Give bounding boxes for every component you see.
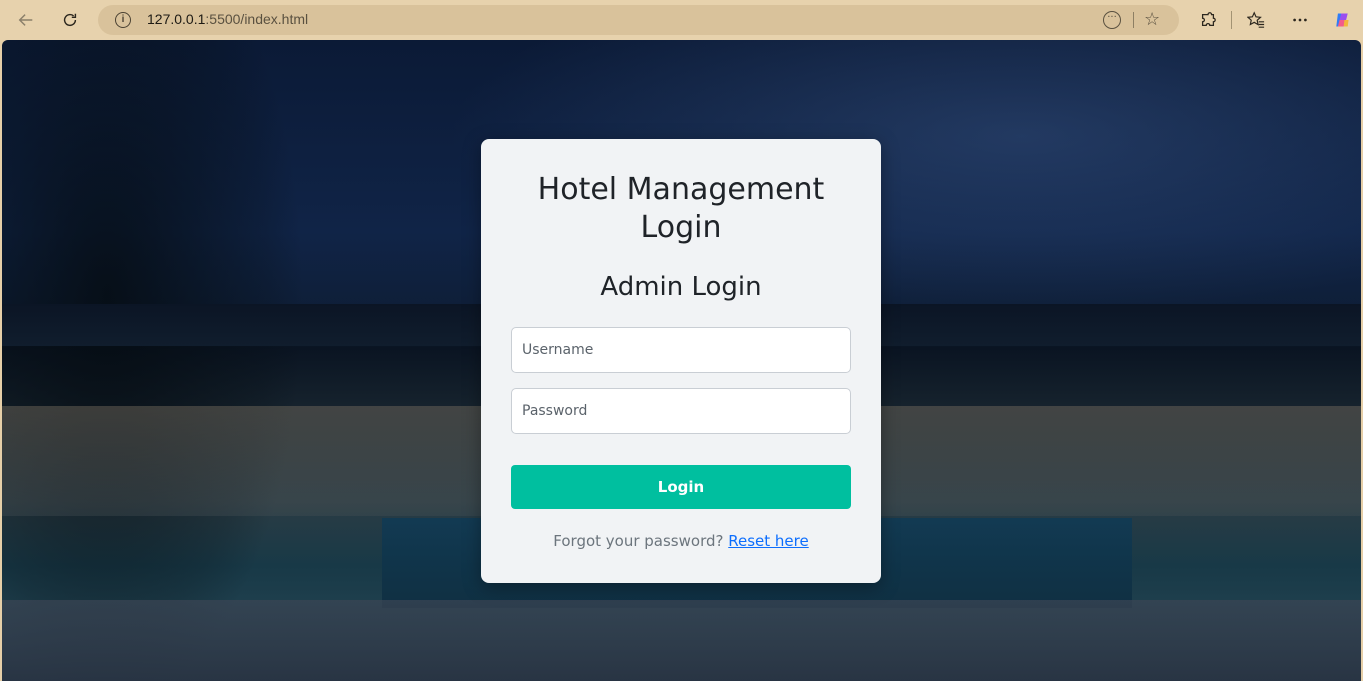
url-path: :5500/index.html	[205, 11, 309, 27]
url-host: 127.0.0.1	[147, 11, 206, 27]
login-card: Hotel Management Login Admin Login Login…	[481, 139, 881, 583]
reading-view-icon[interactable]: ···	[1103, 11, 1121, 29]
toolbar-divider	[1231, 11, 1232, 29]
admin-login-heading: Admin Login	[600, 272, 762, 302]
background-tree	[2, 40, 422, 681]
address-bar[interactable]: i 127.0.0.1:5500/index.html ··· ☆	[98, 5, 1179, 35]
site-info-icon[interactable]: i	[115, 12, 131, 28]
copilot-icon[interactable]	[1328, 6, 1356, 34]
reset-password-link[interactable]: Reset here	[728, 532, 808, 550]
refresh-icon[interactable]	[56, 6, 84, 34]
forgot-password-text: Forgot your password?	[553, 532, 724, 550]
password-input[interactable]	[511, 388, 851, 434]
username-input[interactable]	[511, 327, 851, 373]
browser-toolbar: i 127.0.0.1:5500/index.html ··· ☆	[0, 0, 1363, 40]
more-icon[interactable]	[1286, 6, 1314, 34]
forgot-password-row: Forgot your password? Reset here	[501, 532, 861, 550]
back-arrow-icon[interactable]	[12, 6, 40, 34]
address-divider	[1133, 12, 1134, 28]
background-deck	[2, 600, 1361, 681]
favorites-icon[interactable]	[1242, 6, 1270, 34]
url-text[interactable]: 127.0.0.1:5500/index.html	[147, 11, 308, 27]
star-icon[interactable]: ☆	[1144, 9, 1160, 30]
page-title: Hotel Management Login	[537, 172, 825, 245]
page-viewport: Hotel Management Login Admin Login Login…	[2, 40, 1361, 681]
extensions-icon[interactable]	[1194, 6, 1222, 34]
login-button[interactable]: Login	[511, 465, 851, 509]
